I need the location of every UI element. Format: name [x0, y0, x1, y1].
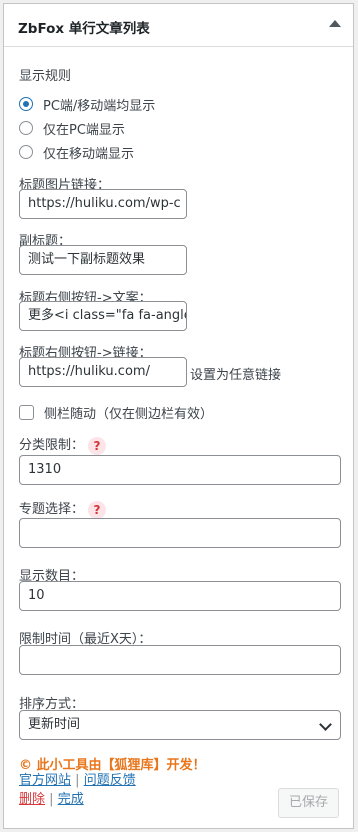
radio-button[interactable]	[19, 121, 33, 135]
help-icon[interactable]: ?	[88, 436, 107, 455]
radio-button[interactable]	[19, 145, 33, 159]
action-links: 删除 | 完成	[19, 788, 84, 807]
save-button[interactable]: 已保存	[278, 788, 339, 818]
sort-selected-value: 更新时间	[28, 717, 81, 732]
official-site-link[interactable]: 官方网站	[19, 773, 71, 788]
sidebar-follow-option[interactable]: 侧栏随动（仅在侧边栏有效）	[19, 403, 213, 422]
widget-header[interactable]: ZbFox 单行文章列表	[4, 4, 353, 47]
radio-pc-mobile[interactable]: PC端/移动端均显示	[19, 95, 156, 114]
chevron-down-icon	[319, 718, 332, 731]
radio-pc-only[interactable]: 仅在PC端显示	[19, 119, 125, 138]
sidebar-follow-checkbox[interactable]	[19, 405, 34, 420]
collapse-arrow-icon[interactable]	[329, 20, 341, 27]
delete-link[interactable]: 删除	[19, 792, 45, 807]
help-icon[interactable]: ?	[88, 500, 107, 519]
widget-title: ZbFox 单行文章列表	[18, 21, 150, 37]
topic-select-input[interactable]	[19, 518, 341, 548]
category-limit-label: 分类限制：	[19, 438, 85, 453]
title-button-text-input[interactable]: 更多<i class="fa fa-angle	[19, 301, 187, 331]
feedback-link[interactable]: 问题反馈	[84, 773, 136, 788]
sort-select[interactable]: 更新时间	[19, 710, 341, 740]
footer-links: 官方网站 | 问题反馈	[19, 769, 136, 788]
widget-panel: ZbFox 单行文章列表 显示规则 PC端/移动端均显示 仅在PC端显示 仅在移…	[3, 3, 354, 829]
title-image-link-input[interactable]: https://huliku.com/wp-c	[19, 189, 187, 219]
time-limit-input[interactable]	[19, 645, 341, 675]
radio-label: 仅在移动端显示	[43, 146, 135, 162]
radio-mobile-only[interactable]: 仅在移动端显示	[19, 143, 135, 162]
radio-label: PC端/移动端均显示	[43, 98, 156, 114]
category-limit-input[interactable]: 1310	[19, 455, 341, 485]
done-link[interactable]: 完成	[58, 792, 84, 807]
subtitle-input[interactable]: 测试一下副标题效果	[19, 245, 187, 275]
title-button-link-note: 设置为任意链接	[190, 368, 282, 383]
radio-label: 仅在PC端显示	[43, 122, 125, 138]
title-button-link-input[interactable]: https://huliku.com/	[19, 357, 187, 387]
link-separator: |	[75, 773, 80, 788]
display-count-input[interactable]: 10	[19, 581, 341, 611]
sidebar-follow-label: 侧栏随动（仅在侧边栏有效）	[44, 407, 214, 422]
link-separator: |	[49, 792, 54, 807]
radio-button-checked[interactable]	[19, 97, 33, 111]
topic-select-label: 专题选择：	[19, 502, 85, 517]
display-rule-label: 显示规则	[19, 69, 72, 84]
topic-select-label-row: 专题选择：?	[19, 498, 107, 519]
category-limit-label-row: 分类限制：?	[19, 434, 107, 455]
